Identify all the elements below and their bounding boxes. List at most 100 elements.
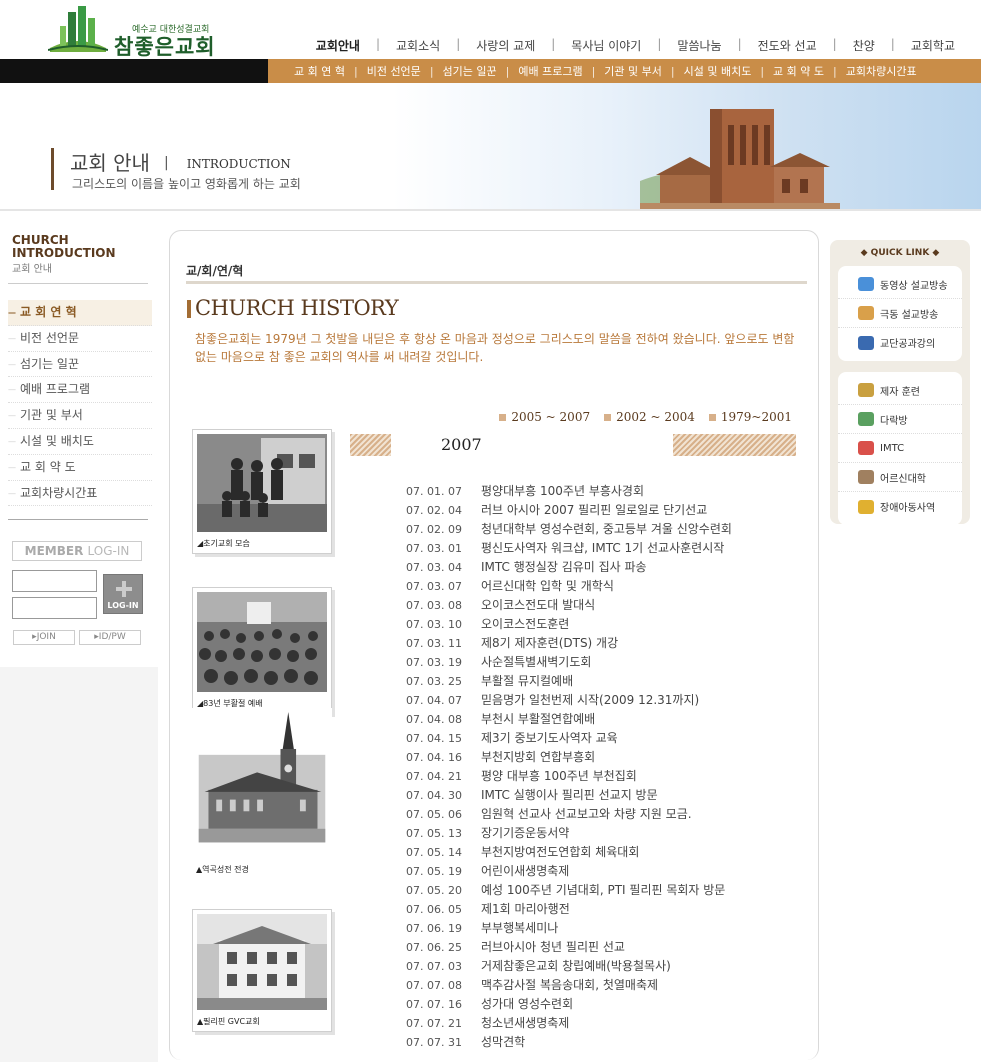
sub-nav-item[interactable]: 교 회 약 도	[773, 63, 824, 79]
year-header-bar: 2007	[350, 434, 796, 456]
quick-link-item[interactable]: 장애아동사역	[838, 492, 962, 521]
quick-link-item[interactable]: IMTC	[838, 434, 962, 463]
history-event: 07. 05. 20 예성 100주년 기념대회, PTI 필리핀 목회자 방문	[406, 881, 732, 900]
event-date: 07. 07. 16	[406, 998, 462, 1011]
photo-caption: ◢초기교회 모습	[197, 539, 250, 548]
top-nav-item[interactable]: 사랑의 교제	[468, 37, 543, 54]
sidebar-item[interactable]: 교 회 약 도	[8, 455, 152, 481]
join-button[interactable]: ▸JOIN	[13, 630, 75, 645]
photo-caption: ▲역곡성전 전경	[196, 865, 249, 874]
quick-link-item[interactable]: 교단공과강의	[838, 328, 962, 357]
event-text: 믿음명가 일천번제 시작(2009 12.31까지)	[481, 693, 700, 707]
sub-nav-item[interactable]: 교회차량시간표	[846, 63, 917, 79]
quick-link-label: 동영상 설교방송	[880, 280, 948, 292]
sidebar-heading-en-2: INTRODUCTION	[12, 246, 116, 260]
sub-nav-item[interactable]: 섬기는 일꾼	[443, 63, 497, 79]
top-nav-separator: |	[832, 37, 837, 51]
event-date: 07. 05. 20	[406, 884, 462, 897]
quick-link-label: 극동 설교방송	[880, 309, 939, 321]
early-church-photo	[197, 434, 327, 532]
pencil-icon	[858, 383, 874, 397]
top-nav-item[interactable]: 교회학교	[903, 37, 963, 54]
year-range-label: 2002 ~ 2004	[616, 410, 695, 424]
sidebar-item[interactable]: 비전 선언문	[8, 326, 152, 352]
sidebar-item[interactable]: 시설 및 배치도	[8, 429, 152, 455]
event-date: 07. 03. 01	[406, 542, 462, 555]
quick-link-item[interactable]: 다락방	[838, 405, 962, 434]
event-date: 07. 05. 19	[406, 865, 462, 878]
sidebar-item[interactable]: 교 회 연 혁	[8, 300, 152, 326]
quick-link-item[interactable]: 제자 훈련	[838, 376, 962, 405]
history-event: 07. 07. 31 성막견학	[406, 1033, 732, 1052]
event-text: 부천지방여전도연합회 체육대회	[481, 845, 640, 859]
event-date: 07. 06. 05	[406, 903, 462, 916]
event-text: 예성 100주년 기념대회, PTI 필리핀 목회자 방문	[481, 883, 726, 897]
history-event: 07. 05. 13 장기기증운동서약	[406, 824, 732, 843]
sidebar-item[interactable]: 예배 프로그램	[8, 377, 152, 404]
square-bullet-icon	[708, 413, 716, 421]
sub-nav-separator: |	[505, 64, 510, 78]
sidebar-grey-area	[0, 667, 158, 1062]
heading-bar	[187, 300, 191, 318]
sidebar-item[interactable]: 교회차량시간표	[8, 481, 152, 507]
year-range-links: 2005 ~ 2007 2002 ~ 2004 1979~2001	[485, 410, 792, 424]
sub-nav-item[interactable]: 교 회 연 혁	[294, 63, 345, 79]
quick-link-group-2: 제자 훈련다락방 IMTC 어르신대학장애아동사역	[838, 372, 962, 525]
history-event: 07. 05. 14 부천지방여전도연합회 체육대회	[406, 843, 732, 862]
sub-nav-separator: |	[429, 64, 434, 78]
year-range-link[interactable]: 1979~2001	[708, 410, 792, 424]
sub-nav-item[interactable]: 시설 및 배치도	[684, 63, 752, 79]
history-event: 07. 03. 11 제8기 제자훈련(DTS) 개강	[406, 634, 732, 653]
quick-link-item[interactable]: 극동 설교방송	[838, 299, 962, 328]
event-text: IMTC 행정실장 김유미 집사 파송	[481, 560, 647, 574]
top-nav-item[interactable]: 말씀나눔	[669, 37, 729, 54]
event-text: 오이코스전도훈련	[481, 617, 570, 631]
login-title-thin: LOG-IN	[87, 544, 130, 558]
photo-early-church: ◢초기교회 모습	[192, 429, 332, 554]
sidebar-heading: CHURCH INTRODUCTION 교회 안내	[12, 234, 116, 276]
year-label: 2007	[391, 434, 673, 456]
login-password-input[interactable]	[12, 597, 97, 619]
intro-text: 참좋은교회는 1979년 그 첫발을 내딛은 후 항상 온 마음과 정성으로 그…	[195, 332, 795, 364]
gvc-church-photo	[197, 914, 327, 1010]
sub-nav-item[interactable]: 기관 및 부서	[604, 63, 662, 79]
login-button[interactable]: LOG-IN	[103, 574, 143, 614]
sidebar-item[interactable]: 기관 및 부서	[8, 403, 152, 429]
event-date: 07. 05. 13	[406, 827, 462, 840]
quick-link-item[interactable]: 어르신대학	[838, 463, 962, 492]
quick-link-label: IMTC	[880, 442, 905, 454]
event-date: 07. 07. 31	[406, 1036, 462, 1049]
history-event: 07. 03. 07 어르신대학 입학 및 개학식	[406, 577, 732, 596]
event-date: 07. 03. 07	[406, 580, 462, 593]
sub-nav-item[interactable]: 비전 선언문	[367, 63, 421, 79]
history-event: 07. 04. 21 평양 대부흥 100주년 부천집회	[406, 767, 732, 786]
sub-nav-separator: |	[670, 64, 675, 78]
yeokgok-sanctuary-photo	[196, 712, 328, 858]
top-nav-item[interactable]: 찬양	[845, 37, 883, 54]
sidebar-item[interactable]: 섬기는 일꾼	[8, 352, 152, 378]
quick-link-item[interactable]: 동영상 설교방송	[838, 270, 962, 299]
quick-link-label: 다락방	[880, 415, 908, 427]
photo-easter-service: ◢83년 부활절 예배	[192, 587, 332, 714]
leaf-icon	[858, 412, 874, 426]
sub-nav-separator: |	[760, 64, 765, 78]
church-logo[interactable]: 예수교 대한성결교회 참좋은교회	[44, 4, 234, 59]
top-nav-item[interactable]: 교회소식	[388, 37, 448, 54]
top-nav-separator: |	[737, 37, 742, 51]
top-nav-item[interactable]: 교회안내	[308, 37, 368, 54]
quick-link-label: 교단공과강의	[880, 339, 936, 350]
login-id-input[interactable]	[12, 570, 97, 592]
id-pw-button[interactable]: ▸ID/PW	[79, 630, 141, 645]
top-nav-separator: |	[456, 37, 461, 51]
book-icon	[858, 335, 874, 350]
year-range-link[interactable]: 2005 ~ 2007	[499, 410, 590, 424]
event-text: 평신도사역자 워크샵, IMTC 1기 선교사훈련시작	[481, 541, 725, 555]
top-nav-item[interactable]: 목사님 이야기	[563, 37, 649, 54]
year-range-link[interactable]: 2002 ~ 2004	[604, 410, 695, 424]
event-text: 임원혁 선교사 선교보고와 차량 지원 모금.	[481, 807, 692, 821]
breadcrumb-divider	[186, 281, 807, 284]
event-text: 부천지방회 연합부흥회	[481, 750, 596, 764]
sub-nav-item[interactable]: 예배 프로그램	[518, 63, 582, 79]
quick-link-label: 장애아동사역	[880, 503, 936, 514]
top-nav-item[interactable]: 전도와 선교	[750, 37, 825, 54]
